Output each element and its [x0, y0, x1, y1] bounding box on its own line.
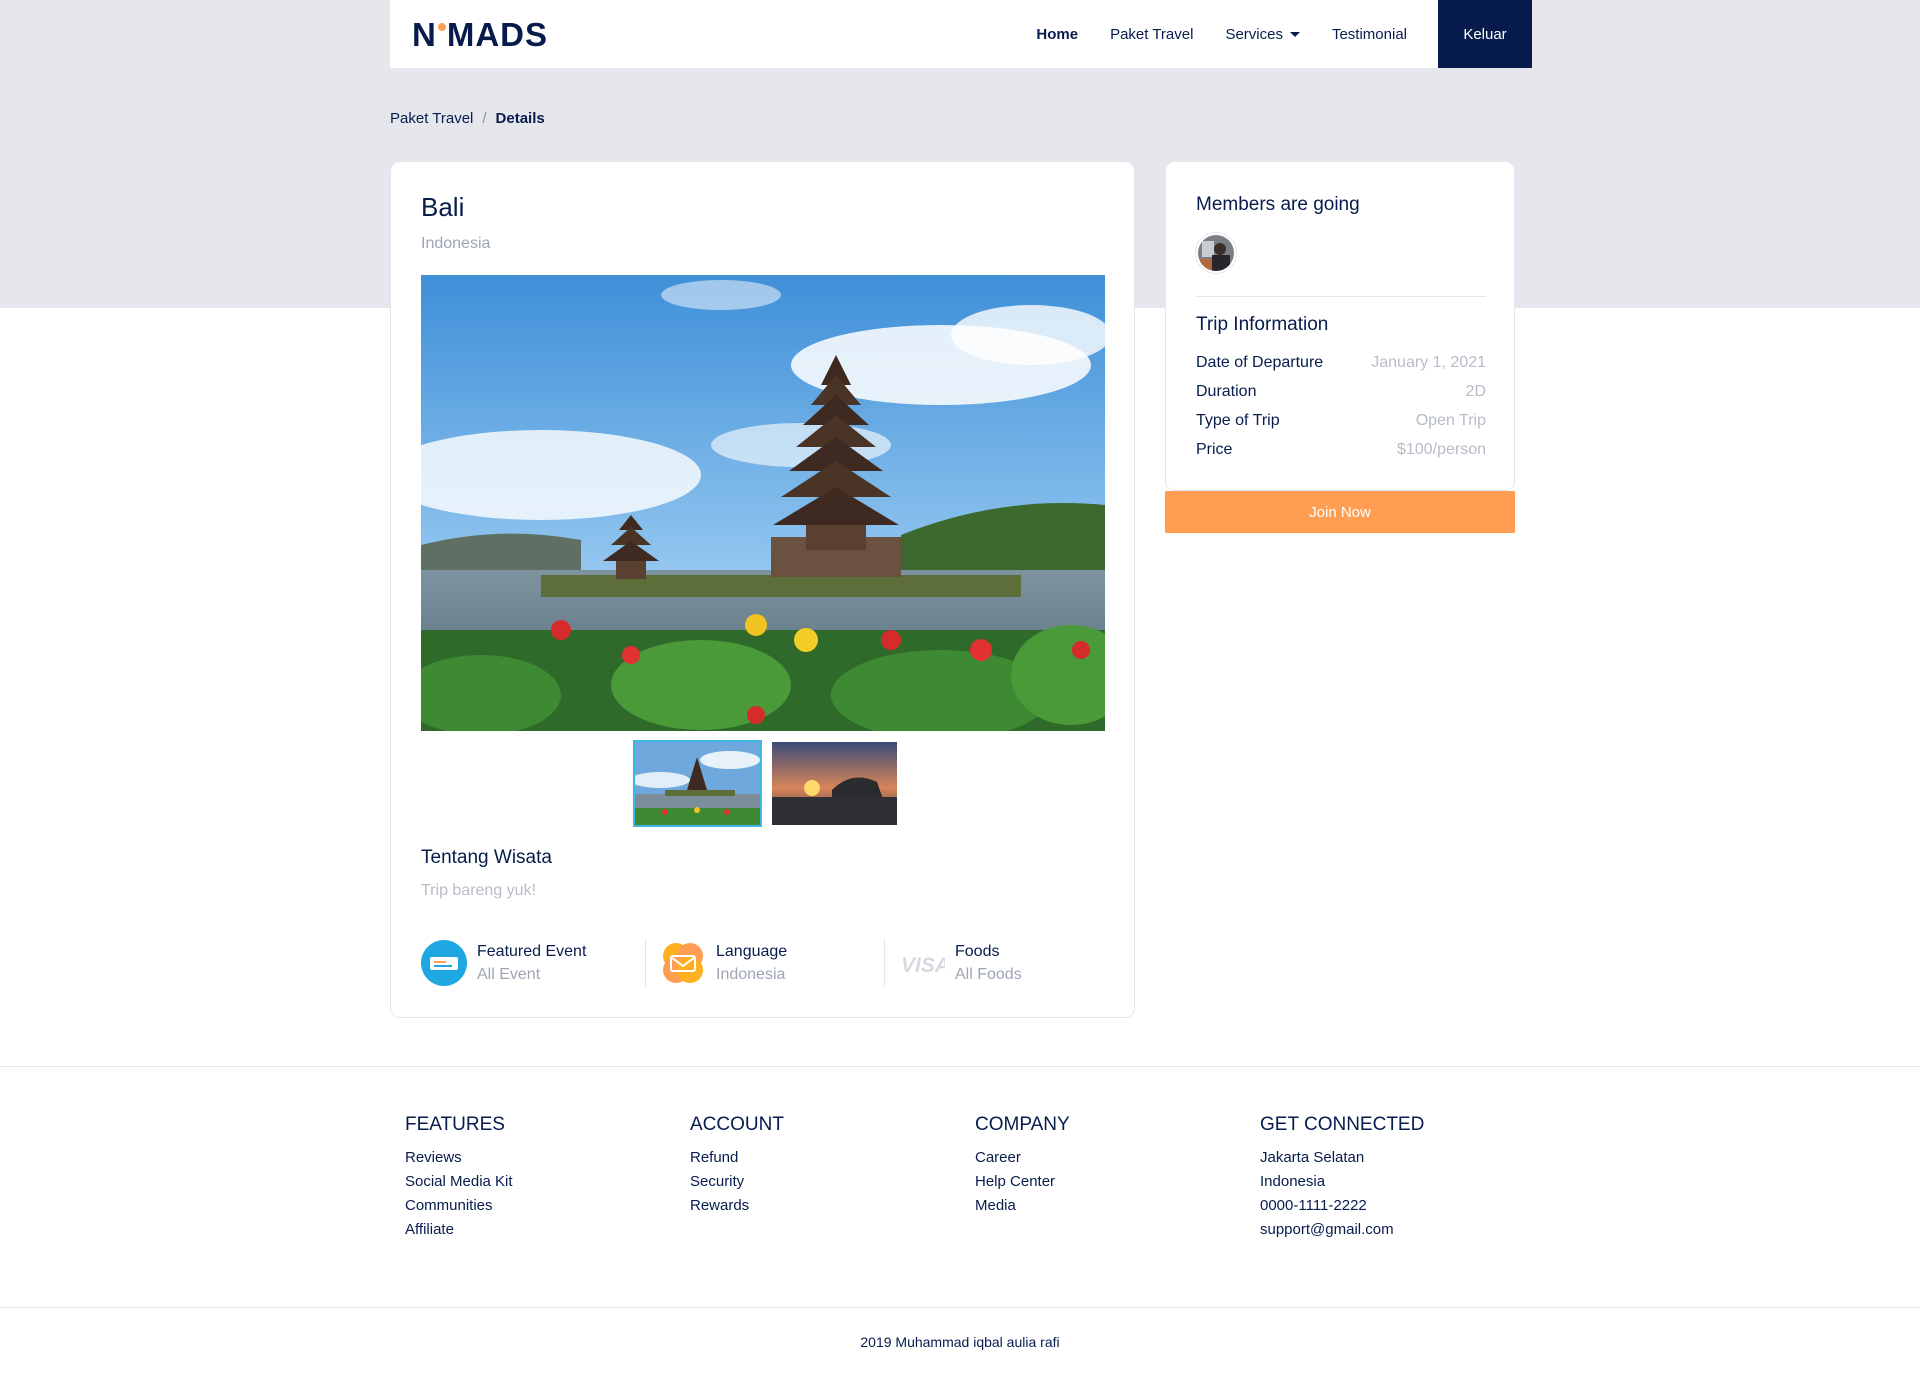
footer-column-features: FEATURES Reviews Social Media Kit Commun…: [405, 1114, 513, 1242]
feature-name: Featured Event: [477, 943, 587, 960]
footer-address-city: Jakarta Selatan: [1260, 1149, 1365, 1166]
breadcrumb-current: Details: [495, 110, 545, 127]
trip-info-title: Trip Information: [1196, 314, 1329, 335]
footer-column-title: FEATURES: [405, 1114, 505, 1135]
visa-icon: VISA: [899, 940, 945, 986]
logo-dot: [437, 23, 446, 31]
footer-column-account: ACCOUNT Refund Security Rewards: [690, 1114, 784, 1218]
nav-paket-travel[interactable]: Paket Travel: [1110, 26, 1193, 43]
main-photo: [421, 275, 1105, 731]
footer-link-social-media-kit[interactable]: Social Media Kit: [405, 1170, 513, 1194]
trip-info-value: 2D: [1465, 382, 1486, 400]
feature-item: Language Indonesia: [660, 939, 884, 987]
breadcrumb-paket-travel[interactable]: Paket Travel: [390, 110, 473, 127]
footer-link-media[interactable]: Media: [975, 1194, 1070, 1218]
language-icon: [660, 940, 706, 986]
footer-link-refund[interactable]: Refund: [690, 1146, 784, 1170]
feature-name: Foods: [955, 943, 1000, 960]
footer-link-security[interactable]: Security: [690, 1170, 784, 1194]
breadcrumb: Paket Travel / Details: [390, 110, 545, 127]
logout-button[interactable]: Keluar: [1438, 0, 1532, 68]
feature-item: VISA Foods All Foods: [899, 939, 1099, 987]
footer-link-rewards[interactable]: Rewards: [690, 1194, 784, 1218]
avatar[interactable]: [1196, 233, 1236, 273]
copyright: 2019 Muhammad iqbal aulia rafi: [860, 1334, 1060, 1350]
divider: [1196, 296, 1486, 297]
footer-column-company: COMPANY Career Help Center Media: [975, 1114, 1070, 1218]
ticket-icon: [421, 940, 467, 986]
nav-home[interactable]: Home: [1036, 26, 1078, 43]
feature-item: Featured Event All Event: [421, 939, 645, 987]
trip-info-table: Date of Departure January 1, 2021 Durati…: [1196, 348, 1486, 464]
logo-text-left: N: [412, 16, 437, 53]
footer-column-title: GET CONNECTED: [1260, 1114, 1425, 1135]
feature-value: All Event: [477, 966, 541, 983]
trip-info-key: Price: [1196, 440, 1233, 458]
trip-info-row: Price $100/person: [1196, 435, 1486, 464]
logo-text-right: MADS: [446, 16, 549, 53]
trip-info-key: Date of Departure: [1196, 353, 1324, 371]
footer-phone: 0000-1111-2222: [1260, 1197, 1367, 1214]
footer-link-career[interactable]: Career: [975, 1146, 1070, 1170]
place-title: Bali: [421, 192, 465, 222]
place-country: Indonesia: [421, 235, 491, 252]
features-row: Featured Event All Event Language Indone…: [421, 939, 1105, 987]
trip-info-key: Type of Trip: [1196, 411, 1280, 429]
footer-column-title: COMPANY: [975, 1114, 1070, 1135]
navbar: N MADS Home Paket Travel Services Testimo…: [390, 0, 1532, 68]
feature-divider: [645, 939, 646, 987]
nav-links: Home Paket Travel Services Testimonial: [1036, 0, 1407, 68]
breadcrumb-separator: /: [482, 110, 487, 127]
trip-info-key: Duration: [1196, 382, 1257, 400]
footer-link-affiliate[interactable]: Affiliate: [405, 1218, 513, 1242]
footer-email[interactable]: support@gmail.com: [1260, 1218, 1424, 1242]
nav-services-label: Services: [1225, 25, 1283, 43]
footer-link-help-center[interactable]: Help Center: [975, 1170, 1070, 1194]
thumbnail-2[interactable]: [770, 740, 899, 827]
members-title: Members are going: [1196, 194, 1360, 215]
footer-address-country: Indonesia: [1260, 1173, 1326, 1190]
footer-link-reviews[interactable]: Reviews: [405, 1146, 513, 1170]
logo[interactable]: N MADS: [412, 16, 548, 54]
feature-name: Language: [716, 943, 788, 960]
photo-thumbnails: [633, 740, 899, 827]
svg-text:VISA: VISA: [901, 954, 945, 977]
trip-info-card: Members are going Trip Information Date …: [1165, 161, 1515, 491]
nav-services-dropdown[interactable]: Services: [1225, 26, 1300, 43]
footer-divider: [0, 1066, 1920, 1067]
trip-info-value: Open Trip: [1415, 411, 1486, 429]
nav-testimonial[interactable]: Testimonial: [1332, 26, 1407, 43]
feature-value: All Foods: [955, 966, 1022, 983]
details-card: Bali Indonesia Tentang Wisata Trip baren…: [390, 161, 1135, 1018]
trip-info-row: Date of Departure January 1, 2021: [1196, 348, 1486, 377]
footer-divider: [0, 1307, 1920, 1308]
trip-info-value: $100/person: [1397, 440, 1486, 458]
trip-info-value: January 1, 2021: [1371, 353, 1486, 371]
about-text: Trip bareng yuk!: [421, 882, 537, 899]
feature-value: Indonesia: [716, 966, 786, 983]
trip-info-row: Type of Trip Open Trip: [1196, 406, 1486, 435]
about-title: Tentang Wisata: [421, 847, 552, 868]
trip-info-row: Duration 2D: [1196, 377, 1486, 406]
join-now-button[interactable]: Join Now: [1165, 491, 1515, 533]
feature-divider: [884, 939, 885, 987]
footer-column-get-connected: GET CONNECTED Jakarta Selatan Indonesia …: [1260, 1114, 1424, 1242]
footer-column-title: ACCOUNT: [690, 1114, 784, 1135]
caret-down-icon: [1289, 31, 1300, 37]
footer-link-communities[interactable]: Communities: [405, 1194, 513, 1218]
thumbnail-1[interactable]: [633, 740, 762, 827]
